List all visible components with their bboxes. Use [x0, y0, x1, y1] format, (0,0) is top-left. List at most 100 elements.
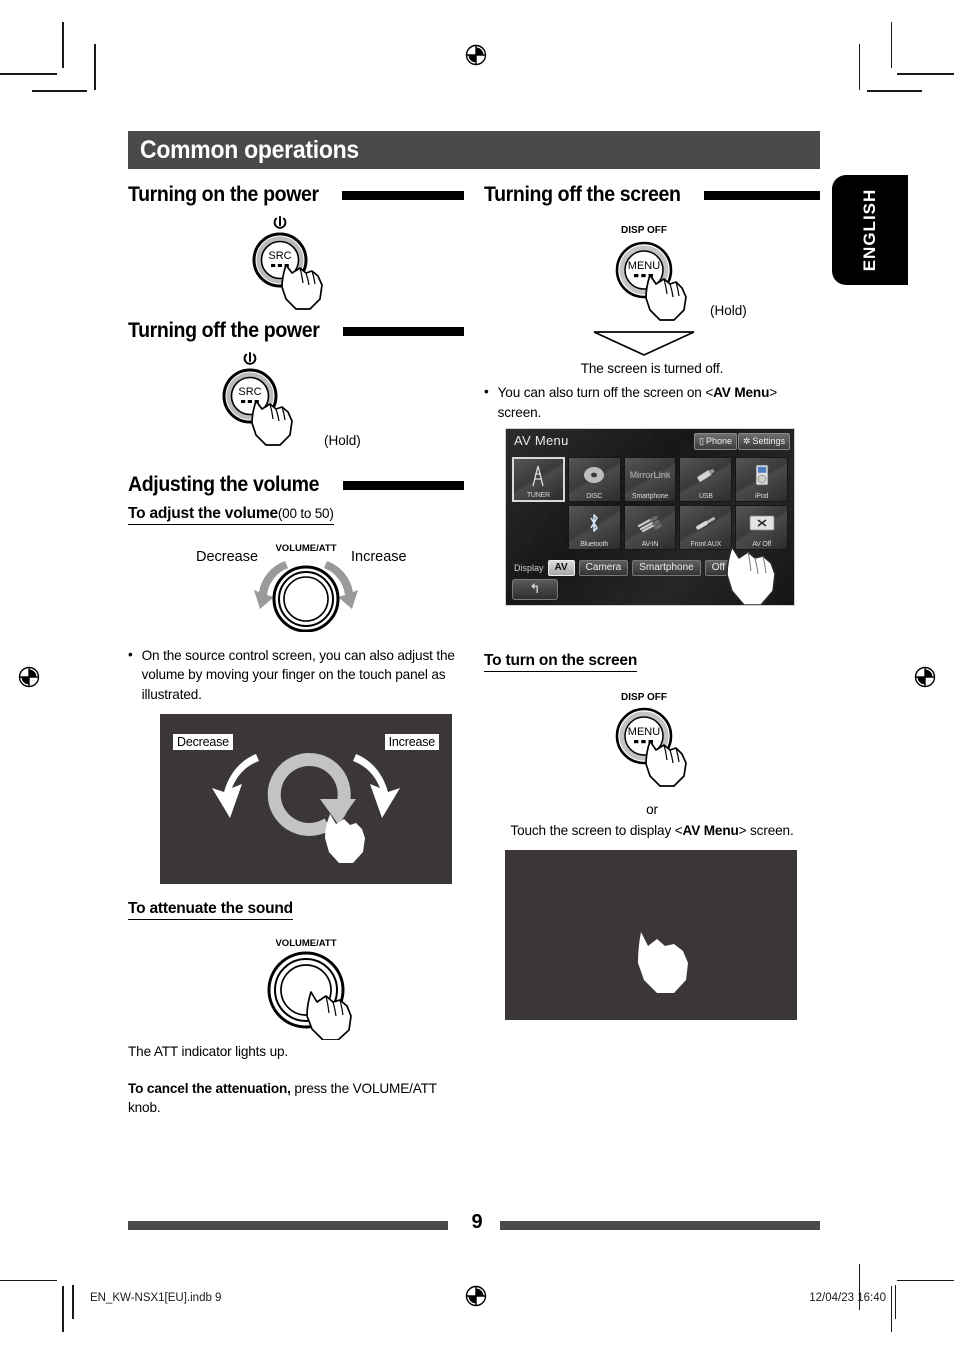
page-number: 9 [471, 1211, 483, 1233]
power-icon [243, 352, 257, 365]
pointing-hand-overlay [726, 546, 776, 605]
heading-rule [342, 480, 464, 490]
crop-mark [890, 1286, 892, 1332]
registration-target-right [910, 662, 940, 692]
black-screen-hand-diagram [638, 932, 688, 994]
src-button-diagram: SRC [252, 216, 323, 310]
illustration-volume-knob: Decrease VOLUME/ATT Increase [128, 537, 464, 632]
crop-mark [890, 22, 892, 68]
phone-button[interactable]: ▯ Phone [694, 432, 737, 450]
touch-screen-note: Touch the screen to display <AV Menu> sc… [484, 821, 820, 840]
settings-button[interactable]: ✲ Settings [737, 432, 790, 450]
src-button-hold-diagram: SRC [222, 352, 293, 446]
gear-icon: ✲ [742, 435, 751, 446]
crop-mark [897, 73, 954, 75]
display-label: Display [514, 562, 544, 573]
rotate-arrow-icon [267, 752, 351, 836]
page-title: Common operations [140, 136, 359, 164]
illustration-menu-button-hold: DISP OFF MENU (Hold) [484, 213, 820, 363]
menu-button-press-diagram: DISP OFF MENU [615, 692, 687, 787]
source-tile-smartphone[interactable]: MirrorLink Smartphone [623, 456, 677, 502]
footer-filename: EN_KW-NSX1[EU].indb 9 [90, 1292, 222, 1304]
subheading-text: To adjust the volume [128, 505, 278, 522]
heading-turning-on-power: Turning on the power [128, 183, 464, 207]
svg-text:MENU: MENU [628, 260, 660, 272]
volume-knob-diagram: Decrease VOLUME/ATT Increase [196, 543, 407, 632]
source-label: Smartphone [631, 492, 669, 500]
svg-text:SRC: SRC [268, 250, 291, 262]
disc-icon [569, 462, 620, 488]
settings-button-label: Settings [752, 436, 785, 447]
knob-label: VOLUME/ATT [275, 938, 336, 949]
subheading-wrap: To adjust the volume(00 to 50) [128, 505, 334, 525]
source-tile-tuner[interactable]: TUNER [512, 456, 565, 502]
down-chevron-icon [593, 331, 695, 356]
subheading-turn-on-screen: To turn on the screen [484, 652, 637, 672]
bluetooth-icon [569, 510, 620, 536]
display-button-camera[interactable]: Camera [578, 559, 629, 576]
illustration-black-screen-touch [505, 850, 797, 1021]
pointing-hand-icon [325, 813, 365, 863]
manual-page: Common operations ENGLISH Turning on the… [0, 0, 954, 1354]
phone-button-label: Phone [705, 436, 732, 447]
source-tile-usb[interactable]: USB [679, 456, 733, 502]
av-menu-topbar: AV Menu ▯ Phone ✲ Settings [506, 429, 794, 455]
source-tile-empty [512, 505, 565, 550]
aux-plug-icon [680, 510, 731, 536]
source-label: AV-IN [641, 540, 659, 548]
heading-turning-off-screen: Turning off the screen [484, 183, 820, 207]
bullet-dot: • [484, 384, 489, 400]
bullet-bold: AV Menu [713, 385, 770, 401]
av-menu-title: AV Menu [514, 432, 569, 448]
hold-note: (Hold) [324, 433, 361, 448]
swipe-arrows-diagram [212, 752, 400, 863]
antenna-tower-icon [514, 463, 563, 489]
illustration-src-button-press: SRC [128, 213, 464, 313]
heading-rule [342, 190, 464, 200]
rca-cables-icon [625, 510, 676, 536]
display-button-smartphone[interactable]: Smartphone [632, 559, 701, 576]
bullet-pre: You can also turn off the screen on < [497, 385, 714, 401]
bullet-text: On the source control screen, you can al… [141, 648, 455, 702]
source-tile-av-in[interactable]: AV-IN [623, 504, 677, 550]
bullet-av-menu-screen: • You can also turn off the screen on <A… [484, 383, 820, 422]
pointing-hand-icon [638, 932, 688, 994]
decrease-arrow-icon [212, 753, 259, 818]
heading-text: Turning off the power [128, 319, 320, 342]
language-tab-label: ENGLISH [860, 188, 879, 272]
cancel-attenuation-note: To cancel the attenuation, press the VOL… [128, 1079, 464, 1118]
bullet-touch-panel-volume: • On the source control screen, you can … [128, 646, 464, 704]
registration-target-top [461, 40, 491, 70]
source-label: Bluetooth [580, 540, 609, 548]
x-icon [736, 510, 787, 536]
source-label: TUNER [526, 491, 550, 499]
heading-text: Turning on the power [128, 183, 319, 206]
illustration-src-button-hold: SRC (Hold) [128, 349, 464, 459]
heading-text: Turning off the screen [484, 183, 681, 206]
source-tile-ipod[interactable]: iPod [735, 456, 789, 502]
subheading-to-adjust-volume: To adjust the volume(00 to 50) [128, 505, 464, 533]
heading-turning-off-power: Turning off the power [128, 319, 464, 343]
bullet-dot: • [128, 647, 133, 662]
crop-mark [62, 1286, 64, 1332]
right-column: Turning off the screen DISP OFF MENU (Ho… [484, 183, 820, 1021]
source-label: USB [698, 492, 713, 500]
svg-text:MENU: MENU [628, 726, 660, 738]
bullet-text: You can also turn off the screen on <AV … [498, 383, 820, 422]
display-mode-row: Display AV Camera Smartphone Off [514, 559, 732, 576]
back-button[interactable]: ↰ [512, 578, 558, 600]
heading-rule [704, 190, 820, 200]
footer-divider [72, 1285, 74, 1319]
disp-off-label: DISP OFF [621, 692, 667, 703]
pointing-hand-icon [726, 546, 776, 605]
source-row-1: TUNER DISC MirrorLink Smartphone USB iPo… [512, 456, 789, 502]
usb-stick-icon [680, 462, 731, 488]
svg-text:SRC: SRC [238, 386, 261, 398]
heading-rule [342, 326, 464, 336]
source-tile-bluetooth[interactable]: Bluetooth [567, 504, 621, 550]
display-button-av[interactable]: AV [547, 559, 575, 576]
decrease-label-left: Decrease [196, 549, 258, 565]
source-tile-disc[interactable]: DISC [567, 456, 621, 502]
language-tab: ENGLISH [832, 175, 908, 285]
or-separator: or [646, 801, 658, 817]
